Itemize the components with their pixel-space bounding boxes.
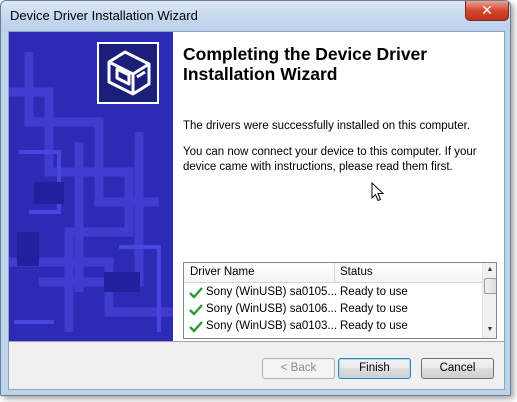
footer-divider <box>9 341 504 342</box>
finish-button[interactable]: Finish <box>338 358 411 379</box>
driver-name-cell: Sony (WinUSB) sa0103... <box>206 320 338 332</box>
check-icon <box>189 321 203 333</box>
driver-status-cell: Ready to use <box>340 320 408 332</box>
wizard-window: Device Driver Installation Wizard ✕ Comp… <box>0 0 511 396</box>
close-button[interactable]: ✕ <box>465 1 509 21</box>
instructions-message: You can now connect your device to this … <box>183 146 477 173</box>
column-header-status[interactable]: Status <box>340 263 373 282</box>
driver-name-cell: Sony (WinUSB) sa0105... <box>206 286 338 298</box>
page-heading: Completing the Device Driver Installatio… <box>183 44 428 84</box>
mouse-cursor-icon <box>371 182 385 202</box>
driver-status-cell: Ready to use <box>340 286 408 298</box>
close-icon: ✕ <box>481 2 493 18</box>
table-row[interactable]: Sony (WinUSB) sa0105... Ready to use <box>184 284 482 301</box>
hardware-icon <box>97 42 159 104</box>
cancel-button[interactable]: Cancel <box>421 358 494 379</box>
drivers-table[interactable]: Driver Name Status Sony (WinUSB) sa0105.… <box>183 262 497 339</box>
wizard-side-banner <box>9 32 173 341</box>
title-bar[interactable]: Device Driver Installation Wizard ✕ <box>1 1 510 31</box>
table-vertical-scrollbar[interactable]: ▲ ▼ <box>482 263 496 338</box>
table-row[interactable]: Sony (WinUSB) sa0103... Ready to use <box>184 318 482 335</box>
back-button[interactable]: < Back <box>262 358 335 379</box>
success-message: The drivers were successfully installed … <box>183 120 470 132</box>
wizard-client-area: Completing the Device Driver Installatio… <box>8 31 505 390</box>
check-icon <box>189 287 203 299</box>
wizard-content: Completing the Device Driver Installatio… <box>173 32 504 341</box>
scroll-up-arrow-icon[interactable]: ▲ <box>484 263 496 277</box>
driver-status-cell: Ready to use <box>340 303 408 315</box>
column-divider[interactable] <box>334 263 335 282</box>
scroll-down-arrow-icon[interactable]: ▼ <box>484 323 496 337</box>
driver-name-cell: Sony (WinUSB) sa0106... <box>206 303 338 315</box>
window-title: Device Driver Installation Wizard <box>10 8 198 23</box>
check-icon <box>189 304 203 316</box>
table-header: Driver Name Status <box>184 263 482 283</box>
scrollbar-thumb[interactable] <box>484 278 496 294</box>
table-row[interactable]: Sony (WinUSB) sa0106... Ready to use <box>184 301 482 318</box>
column-header-driver-name[interactable]: Driver Name <box>190 263 255 282</box>
